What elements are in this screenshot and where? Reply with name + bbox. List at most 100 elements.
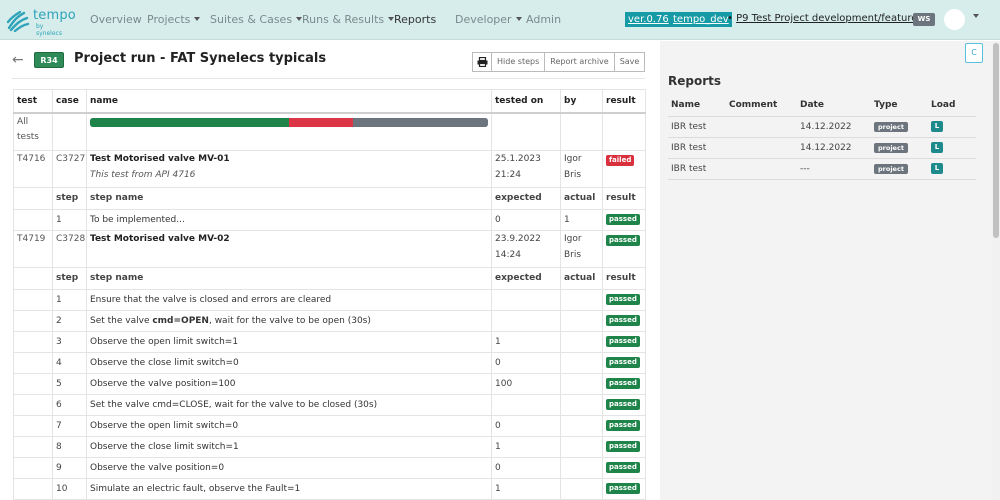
nav-item[interactable]: Projects (147, 13, 201, 26)
test-name[interactable]: Test Motorised valve MV-02 (90, 231, 488, 248)
step-row[interactable]: 4 Observe the close limit switch=0 0 passed (13, 351, 646, 374)
step-row[interactable]: 7 Observe the open limit switch=0 0 passed (13, 414, 646, 437)
hide-steps-button[interactable]: Hide steps (491, 52, 546, 72)
case-id[interactable]: C3728 (56, 231, 85, 248)
step-name-cell: Observe the open limit switch=1 (86, 330, 492, 353)
step-result-badge[interactable]: passed (606, 398, 640, 410)
step-result-badge[interactable]: passed (606, 293, 640, 305)
step-row[interactable]: 1 To be implemented... 0 1 passed (13, 208, 646, 231)
table-header-row: test case name tested on by result (13, 89, 646, 114)
step-row[interactable]: 3 Observe the open limit switch=1 1 passed (13, 330, 646, 353)
column-header-case[interactable]: case (52, 89, 87, 114)
step-row[interactable]: 6 Set the valve cmd=CLOSE, wait for the v… (13, 393, 646, 416)
load-report-button[interactable]: L (931, 142, 943, 153)
reports-column-comment: Comment (726, 94, 797, 117)
test-row[interactable]: T4716 C3727 Test Motorised valve MV-01 This… (13, 149, 646, 188)
test-name[interactable]: Test Motorised valve MV-01 (90, 151, 488, 168)
collapse-panel-button[interactable]: C (965, 43, 983, 63)
environment-badge[interactable]: tempo_dev (670, 12, 732, 27)
tempo-logo[interactable]: tempo by synelecs (6, 8, 76, 37)
load-report-button[interactable]: L (931, 121, 943, 132)
nav-item[interactable]: Admin (526, 13, 561, 26)
nav-item[interactable]: Runs & Results (302, 13, 395, 26)
step-actual (560, 456, 603, 479)
step-actual (560, 477, 603, 500)
user-avatar[interactable] (944, 9, 965, 30)
step-name-cell: To be implemented... (86, 208, 492, 231)
step-row[interactable]: 9 Observe the valve position=0 0 passed (13, 456, 646, 479)
step-result-badge[interactable]: passed (606, 314, 640, 326)
report-name[interactable]: IBR test (668, 137, 726, 159)
nav-item[interactable]: Overview (90, 13, 142, 26)
step-name-cell: Observe the open limit switch=0 (86, 414, 492, 437)
progress-segment-untested (352, 118, 488, 127)
step-number: 7 (52, 414, 87, 437)
arrow-left-icon[interactable]: ← (12, 52, 24, 68)
tester-last-name: Bris (564, 249, 582, 260)
test-result-badge[interactable]: passed (606, 234, 640, 246)
step-result-badge[interactable]: passed (606, 482, 640, 494)
step-result-badge[interactable]: passed (606, 356, 640, 368)
nav-item[interactable]: Suites & Cases (210, 13, 303, 26)
step-row[interactable]: 5 Observe the valve position=100 100 passed (13, 372, 646, 395)
nav-item-label: Suites & Cases (210, 13, 293, 26)
tester-first-name: Igor (564, 153, 582, 164)
version-badge[interactable]: ver.0.76 (625, 12, 672, 27)
column-header-by[interactable]: by (560, 89, 603, 114)
printer-icon (477, 56, 487, 68)
step-name: To be implemented... (90, 214, 185, 225)
step-actual (560, 435, 603, 458)
step-result-badge[interactable]: passed (606, 213, 640, 225)
column-header-result[interactable]: result (602, 89, 646, 114)
chevron-down-icon[interactable] (973, 14, 979, 18)
test-id[interactable]: T4719 (17, 231, 49, 248)
report-row[interactable]: IBR test 14.12.2022 project L (668, 116, 976, 138)
save-button[interactable]: Save (613, 52, 646, 72)
step-row[interactable]: 1 Ensure that the valve is closed and err… (13, 288, 646, 311)
step-row[interactable]: 8 Observe the close limit switch=1 1 passed (13, 435, 646, 458)
step-expected: 1 (491, 477, 561, 500)
report-name[interactable]: IBR test (668, 116, 726, 138)
reports-column-load: Load (928, 94, 976, 117)
step-result-badge[interactable]: passed (606, 335, 640, 347)
step-number: 1 (52, 288, 87, 311)
print-button[interactable] (472, 52, 492, 72)
step-spacer (13, 414, 53, 437)
project-breadcrumb[interactable]: • P9 Test Project development/features • (727, 13, 932, 24)
step-actual (560, 372, 603, 395)
nav-item[interactable]: Developer (455, 13, 522, 26)
test-id-cell: T4716 (13, 149, 53, 188)
page-scrollbar[interactable] (992, 41, 1000, 500)
summary-row: All tests (13, 112, 646, 151)
test-result-badge[interactable]: failed (606, 154, 635, 166)
report-row[interactable]: IBR test --- project L (668, 158, 976, 180)
project-link[interactable]: P9 Test Project development/features (736, 13, 922, 24)
case-id[interactable]: C3727 (56, 151, 85, 168)
column-header-name[interactable]: name (86, 89, 492, 114)
step-name: Observe the open limit switch=0 (90, 420, 239, 431)
workspace-badge[interactable]: WS (913, 13, 935, 26)
scrollbar-thumb[interactable] (993, 43, 999, 238)
step-actual (560, 288, 603, 311)
nav-item[interactable]: Reports (394, 13, 436, 26)
step-header-step-name: step name (86, 186, 492, 210)
step-result-badge[interactable]: passed (606, 419, 640, 431)
step-name: Set the valve (90, 315, 153, 326)
step-spacer (13, 288, 53, 311)
step-name-suffix: , wait for the valve to be open (30s) (208, 315, 371, 326)
test-row[interactable]: T4719 C3728 Test Motorised valve MV-02 23.9… (13, 229, 646, 268)
column-header-test[interactable]: test (13, 89, 53, 114)
nav-item-label: Runs & Results (302, 13, 385, 26)
step-result-badge[interactable]: passed (606, 461, 640, 473)
load-report-button[interactable]: L (931, 163, 943, 174)
column-header-tested-on[interactable]: tested on (491, 89, 561, 114)
step-result-badge[interactable]: passed (606, 440, 640, 452)
step-row[interactable]: 2 Set the valve cmd=OPEN, wait for the va… (13, 309, 646, 332)
step-result-badge[interactable]: passed (606, 377, 640, 389)
report-row[interactable]: IBR test 14.12.2022 project L (668, 137, 976, 159)
report-name[interactable]: IBR test (668, 158, 726, 180)
test-id[interactable]: T4716 (17, 151, 49, 168)
step-header-step: step (52, 186, 87, 210)
report-archive-button[interactable]: Report archive (544, 52, 615, 72)
step-row[interactable]: 10 Simulate an electric fault, observe th… (13, 477, 646, 500)
